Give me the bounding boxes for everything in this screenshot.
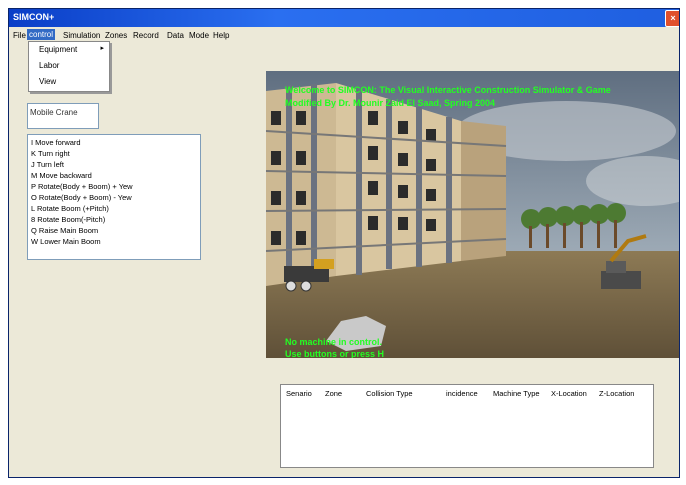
equipment-field-value: Mobile Crane (30, 108, 78, 117)
menu-item-equipment[interactable]: Equipment (39, 45, 77, 54)
key-command-item: L Rotate Boom (+Pitch) (31, 204, 109, 213)
menu-data[interactable]: Data (165, 30, 186, 41)
menu-zones[interactable]: Zones (103, 30, 129, 41)
control-dropdown-menu: Equipment ▸ Labor View (28, 41, 110, 92)
key-command-item: I Move forward (31, 138, 81, 147)
menu-item-view[interactable]: View (39, 77, 56, 86)
menu-mode[interactable]: Mode (187, 30, 211, 41)
viewport-welcome-text: Welcome to SIMCON: The Visual Interactiv… (285, 85, 611, 95)
equipment-field[interactable]: Mobile Crane (27, 103, 99, 129)
key-command-item: J Turn left (31, 160, 64, 169)
column-header-incidence[interactable]: incidence (446, 389, 478, 398)
window-title: SIMCON+ (13, 12, 55, 22)
submenu-arrow-icon: ▸ (100, 45, 104, 52)
menu-record[interactable]: Record (131, 30, 161, 41)
viewport-help-text: Use buttons or press H (285, 349, 385, 358)
key-command-item: Q Raise Main Boom (31, 226, 99, 235)
viewport-status-text: No machine in control. (285, 337, 383, 347)
key-command-item: 8 Rotate Boom(-Pitch) (31, 215, 106, 224)
menu-control[interactable]: control (27, 29, 56, 40)
close-button[interactable]: × (665, 10, 679, 27)
menu-help[interactable]: Help (211, 30, 231, 41)
key-command-item: W Lower Main Boom (31, 237, 101, 246)
column-header-z-location[interactable]: Z-Location (599, 389, 634, 398)
scene-render (266, 71, 679, 358)
column-header-machine-type[interactable]: Machine Type (493, 389, 540, 398)
simulation-viewport[interactable]: Welcome to SIMCON: The Visual Interactiv… (266, 71, 679, 358)
column-header-collision-type[interactable]: Collision Type (366, 389, 413, 398)
viewport-credit-text: Modified By Dr. Mounir Zaid El Saad, Spr… (285, 98, 496, 108)
column-header-senario[interactable]: Senario (286, 389, 312, 398)
collision-record-table[interactable]: Senario Zone Collision Type incidence Ma… (280, 384, 654, 468)
title-bar[interactable]: SIMCON+ × (9, 9, 679, 27)
key-command-item: K Turn right (31, 149, 70, 158)
menu-item-labor[interactable]: Labor (39, 61, 59, 70)
column-header-x-location[interactable]: X-Location (551, 389, 587, 398)
menu-simulation[interactable]: Simulation (61, 30, 102, 41)
key-command-item: M Move backward (31, 171, 92, 180)
key-commands-list: I Move forward K Turn right J Turn left … (27, 134, 201, 260)
column-header-zone[interactable]: Zone (325, 389, 342, 398)
key-command-item: O Rotate(Body + Boom) - Yew (31, 193, 132, 202)
key-command-item: P Rotate(Body + Boom) + Yew (31, 182, 133, 191)
menu-file[interactable]: File (11, 30, 28, 41)
